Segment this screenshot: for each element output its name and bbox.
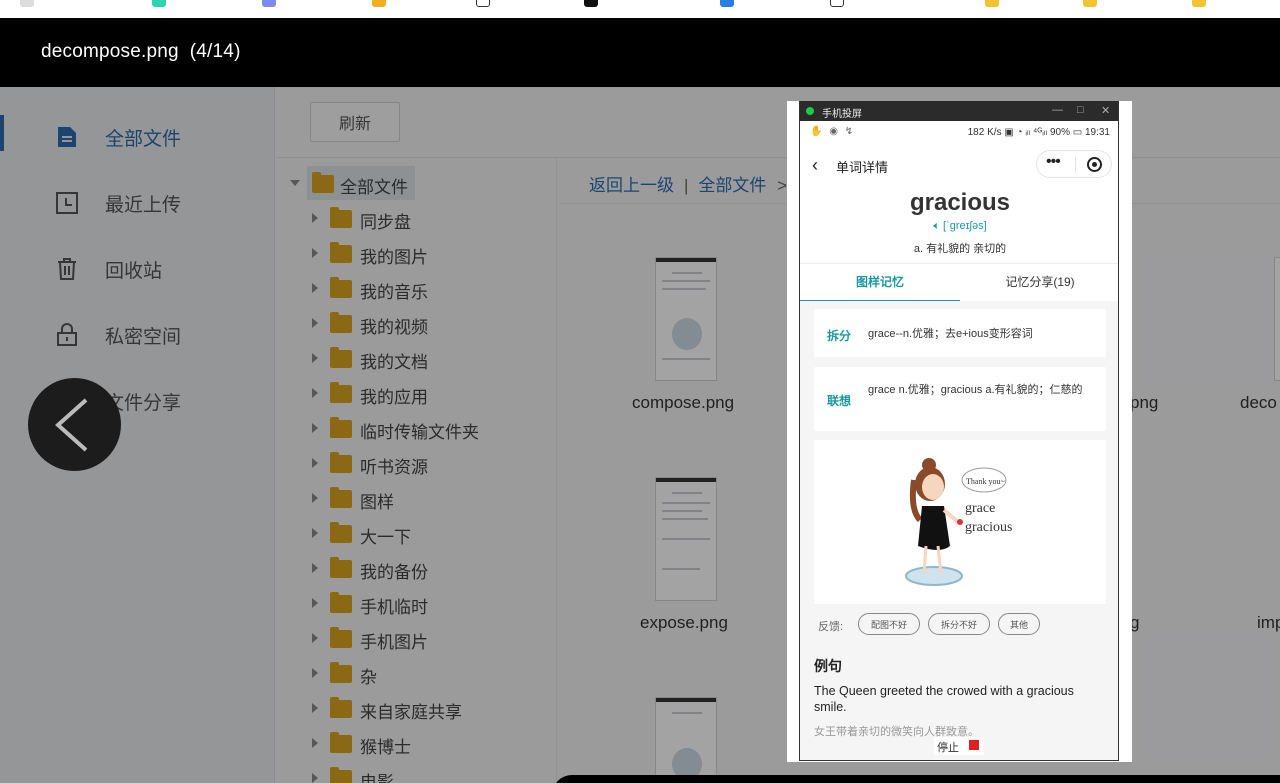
phone-status-bar: ✋ ◉ ↯ 182 K/s ▣ ◔ ᵢₗₗ ⁴ᴳᵢₗₗ 90% ▭ 19:31 (800, 121, 1118, 143)
memory-illustration: Thank you~ grace gracious (814, 440, 1106, 604)
status-icons: ✋ ◉ ↯ (810, 126, 856, 137)
feedback-other-button[interactable]: 其他 (998, 613, 1040, 635)
bookmark-bar (0, 0, 1280, 18)
speaker-icon[interactable]: 🔈︎ (933, 220, 940, 232)
split-card: 拆分 grace--n.优雅；去e+ious变形容词 (814, 309, 1106, 357)
word-headword: gracious (909, 189, 1011, 216)
nav-title: 单词详情 (836, 160, 889, 175)
phone-screenshot: 手机投屏 — □ ✕ ✋ ◉ ↯ 182 K/s ▣ ◔ ᵢₗₗ ⁴ᴳᵢₗₗ 9… (799, 101, 1119, 761)
viewer-title: decompose.png (4/14) (41, 41, 241, 62)
feedback-bad-image-button[interactable]: 配图不好 (858, 613, 920, 635)
example-english: The Queen greeted the crowed with a grac… (814, 684, 1074, 714)
example-title: 例句 (814, 658, 842, 674)
bookmark-folder-icon[interactable] (1192, 0, 1206, 7)
stop-label: 停止 (937, 742, 959, 754)
illustration-line-2: gracious (965, 520, 1012, 535)
tab-memory-share[interactable]: 记忆分享(19) (960, 264, 1118, 302)
association-key: 联想 (827, 394, 852, 408)
status-dot-icon (806, 107, 814, 115)
viewer-bottom-bar (552, 775, 1280, 783)
bookmark-icon[interactable] (372, 0, 386, 7)
bookmark-icon[interactable] (152, 0, 166, 7)
mirror-window-title: 手机投屏 (822, 109, 862, 120)
minimize-icon[interactable]: — (1052, 104, 1063, 116)
association-card: 联想 grace n.优雅；gracious a.有礼貌的；仁慈的 (814, 367, 1106, 431)
mirror-window-bar: 手机投屏 — □ ✕ (800, 101, 1118, 121)
split-key: 拆分 (827, 329, 852, 343)
split-value: grace--n.优雅；去e+ious变形容词 (868, 328, 1033, 340)
bookmark-folder-icon[interactable] (985, 0, 999, 7)
phonetic-text: [ˈɡreɪʃəs] (943, 220, 987, 232)
association-value: grace n.优雅；gracious a.有礼貌的；仁慈的 (868, 384, 1083, 396)
chevron-left-icon (54, 398, 88, 452)
more-icon[interactable]: ••• (1046, 153, 1061, 171)
back-chevron-icon[interactable]: ‹ (812, 155, 818, 176)
bookmark-icon[interactable] (720, 0, 734, 7)
close-miniprogram-icon[interactable] (1087, 157, 1102, 172)
detail-tabs: 图样记忆 记忆分享(19) (800, 263, 1118, 302)
illustration-line-1: grace (965, 501, 995, 516)
word-phonetic[interactable]: 🔈︎ [ˈɡreɪʃəs] (800, 220, 1118, 233)
status-info: 182 K/s ▣ ◔ ᵢₗₗ ⁴ᴳᵢₗₗ 90% ▭ 19:31 (967, 127, 1110, 138)
tab-image-memory[interactable]: 图样记忆 (800, 264, 960, 302)
bookmark-icon[interactable] (830, 0, 844, 7)
feedback-bad-split-button[interactable]: 拆分不好 (928, 613, 990, 635)
maximize-icon[interactable]: □ (1077, 104, 1084, 116)
stop-icon (969, 740, 979, 750)
speech-bubble-text: Thank you~ (966, 477, 1005, 486)
feedback-row: 反馈: 配图不好 拆分不好 其他 (814, 613, 1106, 637)
bookmark-icon[interactable] (584, 0, 598, 7)
phone-nav-bar: ‹ 单词详情 ••• (800, 143, 1118, 185)
feedback-label: 反馈: (818, 621, 844, 633)
bookmark-icon[interactable] (20, 0, 34, 7)
viewer-title-bar: decompose.png (4/14) (0, 18, 1280, 87)
miniprogram-capsule[interactable]: ••• (1036, 150, 1112, 178)
bookmark-icon[interactable] (262, 0, 276, 7)
close-icon[interactable]: ✕ (1101, 104, 1110, 117)
bookmark-icon[interactable] (476, 0, 490, 7)
word-meaning: a. 有礼貌的 亲切的 (913, 243, 1007, 255)
bookmark-folder-icon[interactable] (1083, 0, 1097, 7)
woman-illustration: Thank you~ grace gracious (905, 458, 1012, 586)
previous-image-button[interactable] (28, 378, 121, 471)
stop-mirroring-button[interactable]: 停止 (934, 737, 984, 755)
